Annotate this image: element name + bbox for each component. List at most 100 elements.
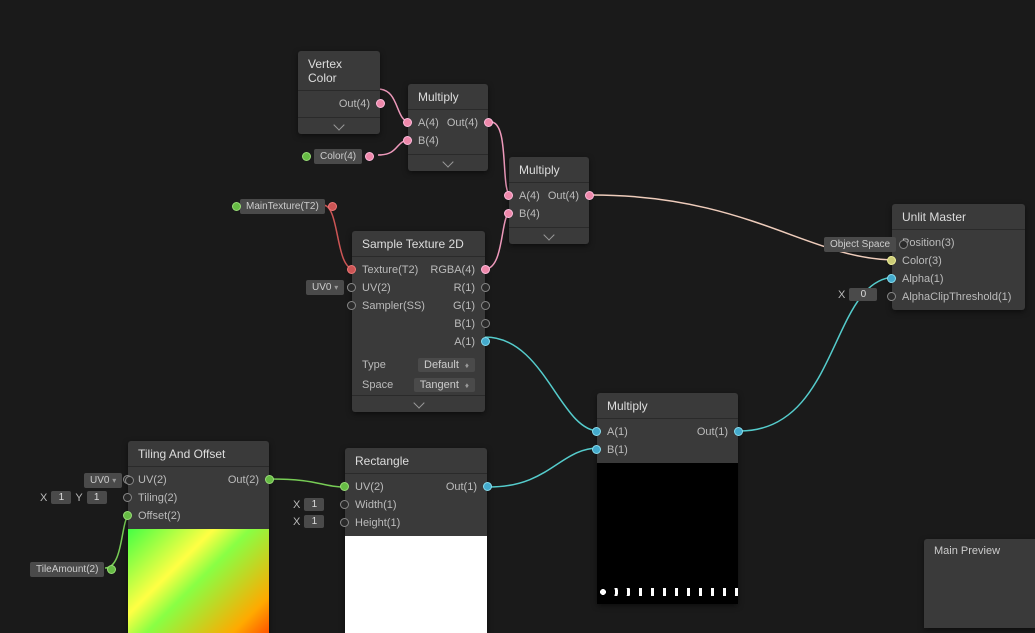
tag-label: MainTexture(T2) [246,201,319,212]
dropdown-arrow-icon: ♦ [465,381,469,390]
port-circle-icon[interactable] [484,118,493,127]
node-vertex-color[interactable]: Vertex Color Out(4) [298,51,380,134]
port-circle-icon[interactable] [376,99,385,108]
collapse-toggle[interactable] [352,395,485,412]
node-preview [128,529,269,633]
port-circle-icon[interactable] [734,427,743,436]
property-tag-maintexture[interactable]: MainTexture(T2) [240,199,325,214]
tag-label: Object Space [830,239,890,250]
port-circle-icon[interactable] [123,493,132,502]
port-out: Out(4) [447,117,478,129]
node-preview [597,463,738,604]
panel-main-preview[interactable]: Main Preview [924,539,1035,628]
chevron-down-icon [543,229,554,240]
port-a: A(1) [607,426,628,438]
port-circle-icon[interactable] [123,511,132,520]
input-rect-height[interactable] [304,515,324,528]
node-multiply-1[interactable]: Multiply A(4) Out(4) B(4) [408,84,488,171]
label-x: X [293,516,300,528]
port-circle-icon [302,152,311,161]
input-alphaclip-x[interactable] [849,288,877,301]
port-circle-icon[interactable] [592,427,601,436]
port-circle-icon[interactable] [504,191,513,200]
dropdown-type[interactable]: Default ♦ [418,358,475,372]
port-color: Color(3) [902,255,942,267]
tag-label: Color(4) [320,151,356,162]
port-alpha: Alpha(1) [902,273,944,285]
port-texture: Texture(T2) [362,264,418,276]
node-sample-texture-2d[interactable]: Sample Texture 2D Texture(T2) RGBA(4) UV… [352,231,485,412]
uv-tag-tiling[interactable]: UV0 ▾ [84,473,122,488]
port-uv: UV(2) [362,282,391,294]
port-out: Out(1) [697,426,728,438]
label-x: X [838,289,845,301]
port-circle-icon[interactable] [481,337,490,346]
tag-label: TileAmount(2) [36,564,98,575]
port-circle-icon[interactable] [347,265,356,274]
node-preview [345,536,487,633]
port-width: Width(1) [355,499,397,511]
port-circle-icon[interactable] [328,202,337,211]
port-circle-icon[interactable] [481,283,490,292]
tag-object-space[interactable]: Object Space [824,237,896,252]
port-circle-icon[interactable] [887,274,896,283]
port-circle-icon[interactable] [481,265,490,274]
param-type-label: Type [362,359,386,371]
node-rectangle[interactable]: Rectangle UV(2) Out(1) Width(1) Height(1… [345,448,487,633]
port-height: Height(1) [355,517,400,529]
collapse-toggle[interactable] [408,154,488,171]
port-circle-icon[interactable] [585,191,594,200]
input-rect-width[interactable] [304,498,324,511]
node-multiply-3[interactable]: Multiply A(1) Out(1) B(1) [597,393,738,604]
port-circle-icon[interactable] [887,292,896,301]
label-y: Y [75,492,82,504]
node-title: Vertex Color [298,51,380,91]
port-out: Out(4) [548,190,579,202]
port-circle-icon[interactable] [481,301,490,310]
node-title: Rectangle [345,448,487,474]
port-circle-icon[interactable] [340,482,349,491]
uv-tag-sample[interactable]: UV0 ▾ [306,280,344,295]
port-circle-icon[interactable] [347,283,356,292]
port-circle-icon[interactable] [403,136,412,145]
port-circle-icon[interactable] [403,118,412,127]
port-circle-icon[interactable] [887,256,896,265]
port-circle-icon[interactable] [899,240,908,249]
port-circle-icon[interactable] [481,319,490,328]
node-tiling-and-offset[interactable]: Tiling And Offset UV(2) Out(2) Tiling(2)… [128,441,269,633]
port-circle-icon[interactable] [347,301,356,310]
port-circle-icon[interactable] [107,565,116,574]
node-title: Tiling And Offset [128,441,269,467]
port-a: A(1) [454,336,475,348]
chevron-down-icon [442,156,453,167]
inline-input-tiling-xy: X Y [40,491,107,504]
port-out: Out(4) [339,98,370,110]
dropdown-space[interactable]: Tangent ♦ [414,378,475,392]
port-circle-icon[interactable] [504,209,513,218]
port-position: Position(3) [902,237,955,249]
node-multiply-2[interactable]: Multiply A(4) Out(4) B(4) [509,157,589,244]
port-circle-icon[interactable] [592,445,601,454]
port-circle-icon [232,202,241,211]
property-tag-tileamount[interactable]: TileAmount(2) [30,562,104,577]
port-circle-icon[interactable] [265,475,274,484]
port-circle-icon[interactable] [483,482,492,491]
collapse-toggle[interactable] [298,117,380,134]
dropdown-value: Tangent [420,379,459,391]
port-uv: UV(2) [138,474,167,486]
port-circle-icon[interactable] [125,476,134,485]
node-unlit-master[interactable]: Unlit Master Position(3) Color(3) Alpha(… [892,204,1025,310]
input-tiling-y[interactable] [87,491,107,504]
port-circle-icon[interactable] [340,518,349,527]
port-circle-icon[interactable] [365,152,374,161]
port-sampler: Sampler(SS) [362,300,425,312]
inline-input-alphaclip: X [838,288,877,301]
port-a: A(4) [519,190,540,202]
port-offset: Offset(2) [138,510,181,522]
property-tag-color[interactable]: Color(4) [314,149,362,164]
port-b: B(4) [519,208,540,220]
port-g: G(1) [453,300,475,312]
collapse-toggle[interactable] [509,227,589,244]
input-tiling-x[interactable] [51,491,71,504]
port-circle-icon[interactable] [340,500,349,509]
